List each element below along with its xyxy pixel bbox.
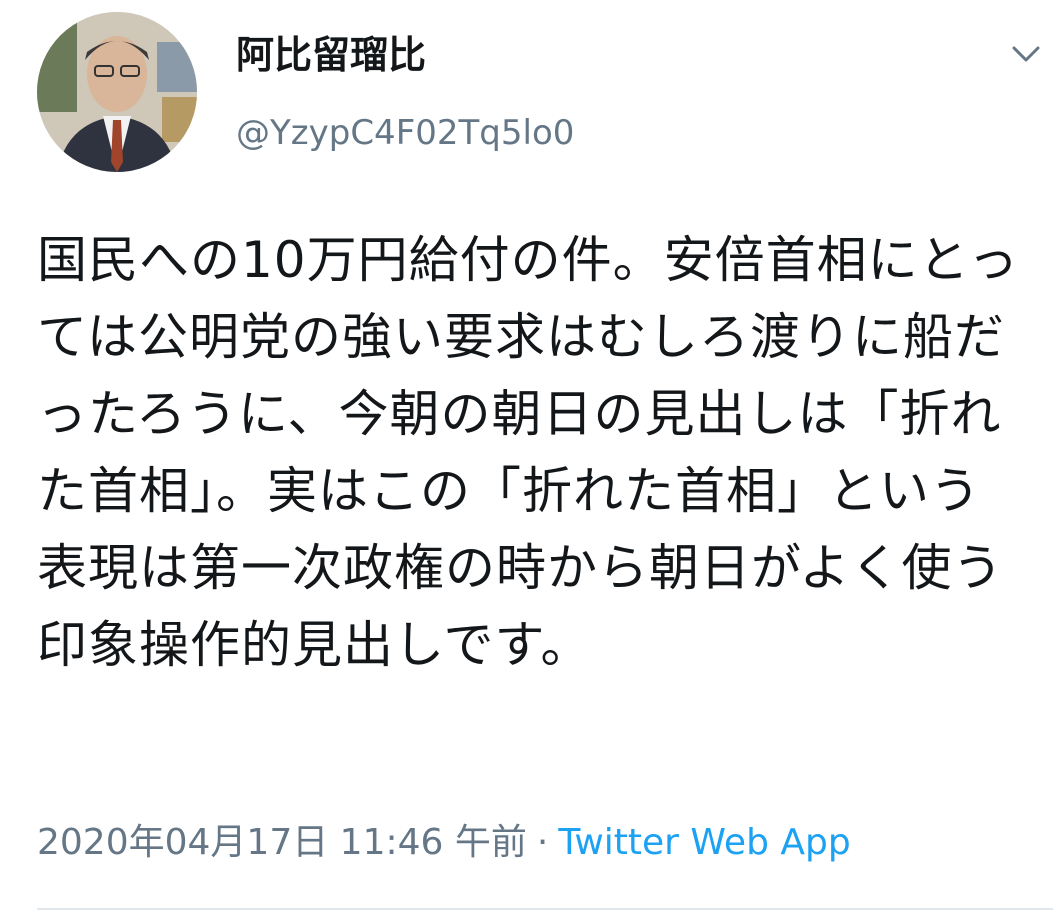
author-display-name[interactable]: 阿比留瑠比 [236,30,426,80]
divider [37,908,1053,910]
tweet-body-text: 国民への10万円給付の件。安倍首相にとっては公明党の強い要求はむしろ渡りに船だっ… [37,231,1020,674]
author-avatar[interactable] [37,12,197,172]
tweet-meta: 2020年04月17日 11:46 午前 · Twitter Web App [37,818,851,868]
user-avatar-photo-icon [37,12,197,172]
tweet-menu-button[interactable] [1004,34,1048,74]
tweet-timestamp[interactable]: 2020年04月17日 11:46 午前 [37,822,527,863]
author-handle[interactable]: @YzypC4F02Tq5lo0 [236,110,574,156]
tweet-source-link[interactable]: Twitter Web App [558,822,850,863]
meta-separator: · [536,822,549,863]
chevron-down-icon [1012,46,1040,62]
tweet-card: 阿比留瑠比 @YzypC4F02Tq5lo0 国民への10万円給付の件。安倍首相… [0,0,1053,912]
